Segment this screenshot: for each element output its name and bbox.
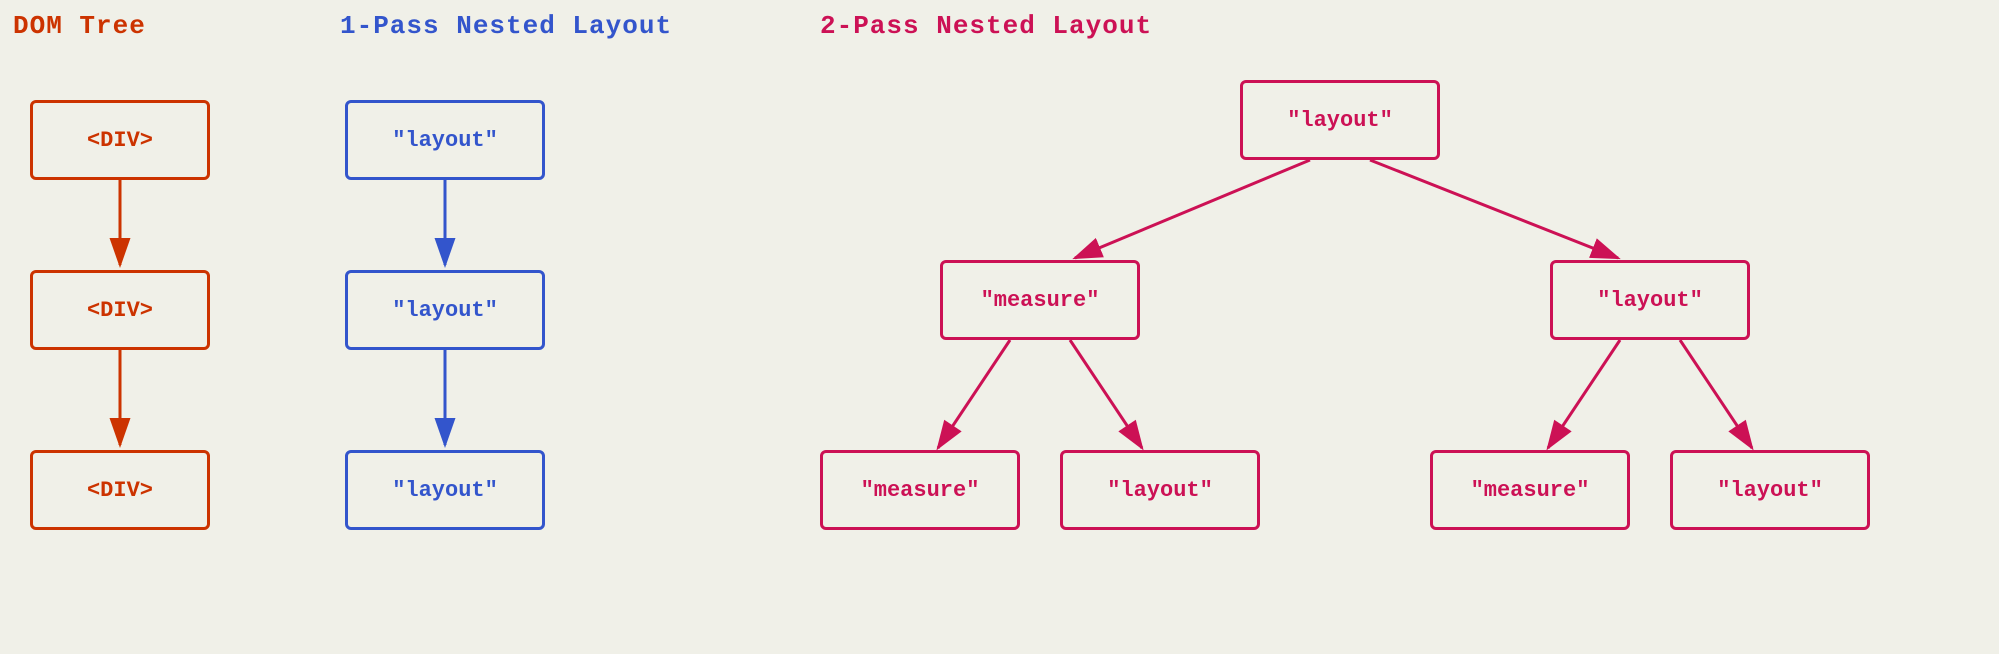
pass2-layout3: "layout"	[1670, 450, 1870, 530]
pass2-layout2: "layout"	[1060, 450, 1260, 530]
pass2-measure2: "measure"	[820, 450, 1020, 530]
pass2-title: 2-Pass Nested Layout	[820, 11, 1152, 41]
dom-tree-title: DOM Tree	[13, 11, 146, 41]
pass2-layout1: "layout"	[1550, 260, 1750, 340]
diagram-area: DOM Tree <DIV> <DIV> <DIV> 1-Pass Nested…	[0, 0, 1999, 654]
pass2-measure1: "measure"	[940, 260, 1140, 340]
pass1-layout1: "layout"	[345, 100, 545, 180]
pass1-layout3: "layout"	[345, 450, 545, 530]
dom-div1: <DIV>	[30, 100, 210, 180]
pass1-title: 1-Pass Nested Layout	[340, 11, 672, 41]
dom-div2: <DIV>	[30, 270, 210, 350]
pass1-layout2: "layout"	[345, 270, 545, 350]
pass2-root: "layout"	[1240, 80, 1440, 160]
dom-div3: <DIV>	[30, 450, 210, 530]
pass2-measure3: "measure"	[1430, 450, 1630, 530]
